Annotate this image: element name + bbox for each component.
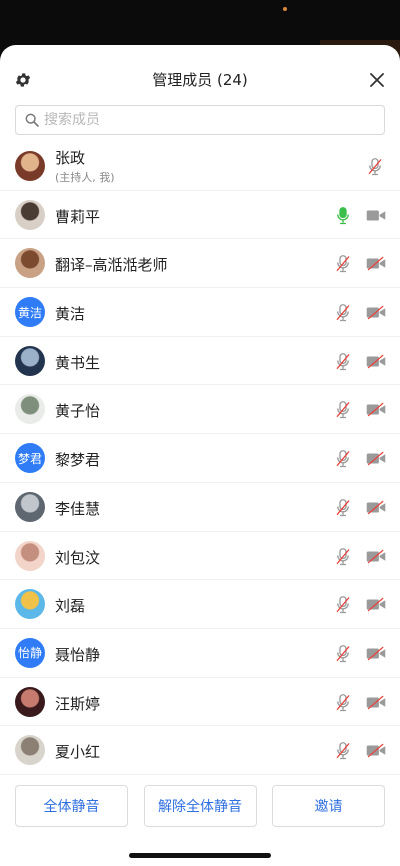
search-box[interactable] bbox=[15, 105, 385, 135]
mic-muted-icon[interactable] bbox=[366, 157, 384, 177]
avatar bbox=[15, 199, 45, 230]
member-row[interactable]: 黄子怡 bbox=[0, 385, 400, 435]
member-row[interactable]: 曹莉平 bbox=[0, 191, 400, 240]
member-name: 张政 bbox=[55, 149, 86, 167]
search-input[interactable] bbox=[44, 112, 384, 128]
member-name: 刘包汶 bbox=[55, 548, 101, 567]
camera-off-icon[interactable] bbox=[366, 695, 386, 710]
member-name: 黄子怡 bbox=[55, 402, 101, 421]
member-name: 黄洁 bbox=[55, 305, 86, 324]
member-row[interactable]: 汪斯婷 bbox=[0, 678, 400, 727]
manage-members-sheet: 管理成员 (24) 张政(主持人, 我)曹莉平翻译–高湉湉老师黄洁黄洁黄书生黄子… bbox=[0, 45, 400, 866]
mic-muted-icon[interactable] bbox=[334, 400, 352, 420]
avatar bbox=[15, 735, 45, 766]
member-name: 刘磊 bbox=[55, 597, 86, 616]
mic-icon[interactable] bbox=[334, 206, 352, 226]
close-icon[interactable] bbox=[368, 71, 386, 89]
camera-off-icon[interactable] bbox=[366, 451, 386, 466]
mic-muted-icon[interactable] bbox=[334, 449, 352, 469]
member-row[interactable]: 翻译–高湉湉老师 bbox=[0, 239, 400, 289]
avatar bbox=[15, 345, 45, 376]
member-row[interactable]: 黄书生 bbox=[0, 337, 400, 386]
footer-actions: 全体静音 解除全体静音 邀请 bbox=[15, 785, 385, 827]
camera-icon[interactable] bbox=[366, 208, 386, 223]
status-dot bbox=[283, 7, 287, 11]
avatar: 黄洁 bbox=[15, 297, 45, 328]
member-row[interactable]: 刘包汶 bbox=[0, 532, 400, 581]
member-row[interactable]: 刘磊 bbox=[0, 580, 400, 629]
mic-muted-icon[interactable] bbox=[334, 644, 352, 664]
member-list: 张政 (主持人, 我) 曹莉平 翻译–高湉湉老师 黄洁 黄洁 黄书生 黄子怡 梦君 黎梦君 李佳慧刘… bbox=[0, 142, 400, 775]
avatar bbox=[15, 686, 45, 717]
avatar bbox=[15, 248, 45, 279]
search-icon bbox=[25, 113, 39, 127]
mic-muted-icon[interactable] bbox=[334, 741, 352, 761]
member-name: 李佳慧 bbox=[55, 499, 101, 518]
invite-button[interactable]: 邀请 bbox=[272, 785, 385, 827]
mic-muted-icon[interactable] bbox=[334, 498, 352, 518]
camera-off-icon[interactable] bbox=[366, 354, 386, 369]
page-title: 管理成员 (24) bbox=[152, 71, 248, 89]
camera-off-icon[interactable] bbox=[366, 256, 386, 271]
mic-muted-icon[interactable] bbox=[334, 595, 352, 615]
member-name: 翻译–高湉湉老师 bbox=[55, 256, 168, 275]
mic-muted-icon[interactable] bbox=[334, 303, 352, 323]
member-name: 曹莉平 bbox=[55, 207, 101, 226]
member-row[interactable]: 夏小红 bbox=[0, 726, 400, 775]
camera-off-icon[interactable] bbox=[366, 597, 386, 612]
camera-off-icon[interactable] bbox=[366, 305, 386, 320]
member-name: 汪斯婷 bbox=[55, 694, 101, 713]
avatar bbox=[15, 491, 45, 522]
avatar: 梦君 bbox=[15, 443, 45, 474]
mute-all-button[interactable]: 全体静音 bbox=[15, 785, 128, 827]
avatar bbox=[15, 394, 45, 425]
member-name: 黎梦君 bbox=[55, 451, 101, 470]
avatar: 怡静 bbox=[15, 637, 45, 668]
camera-off-icon[interactable] bbox=[366, 743, 386, 758]
mic-muted-icon[interactable] bbox=[334, 352, 352, 372]
camera-off-icon[interactable] bbox=[366, 549, 386, 564]
mic-muted-icon[interactable] bbox=[334, 254, 352, 274]
member-row[interactable]: 梦君 黎梦君 bbox=[0, 434, 400, 483]
member-role: (主持人, 我) bbox=[55, 171, 115, 184]
member-row[interactable]: 李佳慧 bbox=[0, 483, 400, 532]
avatar bbox=[15, 540, 45, 571]
member-row[interactable]: 黄洁 黄洁 bbox=[0, 288, 400, 337]
home-indicator bbox=[129, 853, 271, 858]
member-name: 黄书生 bbox=[55, 353, 101, 372]
member-name: 聂怡静 bbox=[55, 645, 101, 664]
camera-off-icon[interactable] bbox=[366, 646, 386, 661]
mic-muted-icon[interactable] bbox=[334, 693, 352, 713]
avatar bbox=[15, 589, 45, 620]
member-name: 夏小红 bbox=[55, 743, 101, 762]
camera-off-icon[interactable] bbox=[366, 500, 386, 515]
member-row[interactable]: 张政 (主持人, 我) bbox=[0, 142, 400, 191]
camera-off-icon[interactable] bbox=[366, 402, 386, 417]
mic-muted-icon[interactable] bbox=[334, 547, 352, 567]
member-row[interactable]: 怡静 聂怡静 bbox=[0, 629, 400, 678]
unmute-all-button[interactable]: 解除全体静音 bbox=[143, 785, 257, 827]
avatar bbox=[15, 151, 45, 181]
